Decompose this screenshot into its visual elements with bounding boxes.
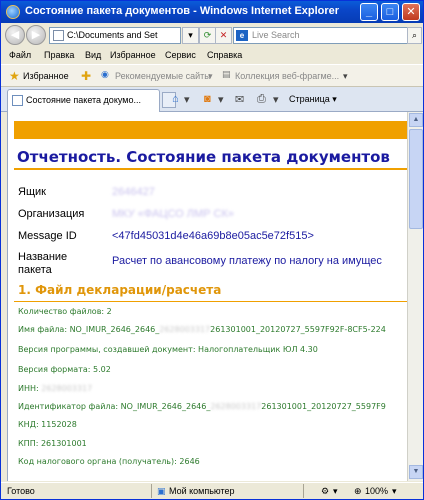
- files-count: Количество файлов: 2: [18, 307, 112, 316]
- suggested-sites-icon: ◉: [101, 69, 109, 79]
- favorites-star-icon[interactable]: ★: [9, 69, 20, 83]
- close-window-button[interactable]: ✕: [402, 3, 420, 21]
- file-identifier: Идентификатор файла: NO_IMUR_2646_2646_2…: [18, 402, 386, 411]
- format-version: Версия формата: 5.02: [18, 365, 111, 374]
- organization-label: Организация: [18, 208, 85, 220]
- package-name-value: Расчет по авансовому платежу по налогу н…: [112, 255, 382, 267]
- security-zone: Мой компьютер: [169, 486, 235, 496]
- scroll-up-icon[interactable]: ▲: [409, 113, 423, 127]
- ie-logo-icon: [6, 5, 20, 19]
- knd: КНД: 1152028: [18, 420, 77, 429]
- page-title: Отчетность. Состояние пакета документов: [17, 148, 390, 166]
- chevron-down-icon[interactable]: ▾: [273, 93, 279, 106]
- chevron-down-icon[interactable]: ▾: [333, 486, 338, 497]
- web-slice-gallery-link[interactable]: Коллекция веб-фрагме...: [235, 71, 339, 81]
- maximize-button[interactable]: □: [381, 3, 399, 21]
- zoom-level[interactable]: 100%: [365, 486, 388, 496]
- mail-icon[interactable]: ✉: [235, 93, 244, 106]
- program-version: Версия программы, создавшей документ: На…: [18, 345, 318, 354]
- chevron-down-icon[interactable]: ▾: [184, 93, 190, 106]
- file-name: Имя файла: NO_IMUR_2646_2646_26280033172…: [18, 325, 386, 334]
- organization-value: МКУ «ФАЦСО ЛМР СК»: [112, 208, 235, 220]
- computer-icon: ▣: [157, 486, 166, 496]
- search-input[interactable]: e Live Search: [233, 27, 408, 44]
- page-icon: [53, 30, 64, 41]
- status-divider: [303, 484, 304, 498]
- mailbox-value: 2646427: [112, 186, 155, 198]
- zoom-icon[interactable]: ⊕: [354, 486, 362, 497]
- address-bar: ◀ ▶ C:\Documents and Set ▾ ⟳ ✕ e Live Se…: [1, 23, 423, 47]
- stop-icon[interactable]: ✕: [215, 27, 232, 44]
- browser-window: Состояние пакета документов - Windows In…: [0, 0, 424, 500]
- menu-tools[interactable]: Сервис: [165, 50, 196, 60]
- title-divider: [14, 168, 407, 170]
- scroll-down-icon[interactable]: ▼: [409, 465, 423, 479]
- section-title: 1. Файл декларации/расчета: [18, 283, 222, 297]
- menu-file[interactable]: Файл: [9, 50, 31, 60]
- menu-favorites[interactable]: Избранное: [110, 50, 156, 60]
- search-icon[interactable]: ⌕: [407, 27, 422, 44]
- tab-page-icon: [12, 95, 23, 106]
- tax-authority-code: Код налогового органа (получатель): 2646: [18, 457, 200, 466]
- vertical-scrollbar[interactable]: ▲ ▼: [407, 112, 423, 481]
- minimize-button[interactable]: _: [360, 3, 378, 21]
- chevron-down-icon[interactable]: ▾: [343, 71, 348, 82]
- inn: ИНН: 2628003317: [18, 384, 93, 393]
- package-name-label: Название пакета: [18, 251, 68, 276]
- page-menu-button[interactable]: Страница ▾: [289, 94, 337, 105]
- title-bar: Состояние пакета документов - Windows In…: [1, 1, 423, 23]
- favorites-bar: ★ Избранное ✚ ◉ Рекомендуемые сайты ▾ ▤ …: [1, 64, 423, 87]
- page-content: Отчетность. Состояние пакета документов …: [7, 112, 407, 481]
- back-button[interactable]: ◀: [5, 25, 25, 45]
- chevron-down-icon[interactable]: ▾: [218, 93, 224, 106]
- address-text: C:\Documents and Set: [67, 30, 158, 40]
- forward-button[interactable]: ▶: [26, 25, 46, 45]
- address-input[interactable]: C:\Documents and Set: [49, 27, 181, 44]
- home-icon[interactable]: ⌂: [172, 93, 179, 105]
- kpp: КПП: 261301001: [18, 439, 87, 448]
- suggested-sites-link[interactable]: Рекомендуемые сайты: [115, 71, 211, 81]
- print-icon[interactable]: ⎙: [257, 93, 266, 106]
- scroll-thumb[interactable]: [409, 129, 423, 229]
- protected-mode-icon: ⚙: [321, 486, 330, 496]
- menu-bar: Файл Правка Вид Избранное Сервис Справка: [1, 47, 423, 64]
- add-favorite-icon[interactable]: ✚: [81, 69, 91, 83]
- menu-view[interactable]: Вид: [85, 50, 101, 60]
- status-text: Готово: [7, 486, 35, 496]
- menu-edit[interactable]: Правка: [44, 50, 74, 60]
- chevron-down-icon[interactable]: ▾: [392, 486, 397, 497]
- message-id-label: Message ID: [18, 230, 77, 242]
- feeds-icon[interactable]: ◙: [204, 93, 211, 105]
- message-id-value: <47fd45031d4e46a69b8e05ac5e72f515>: [112, 230, 314, 242]
- tab-document-status[interactable]: Состояние пакета докумо...: [7, 89, 160, 112]
- refresh-icon[interactable]: ⟳: [199, 27, 216, 44]
- tab-bar: Состояние пакета докумо... ⌂ ▾ ◙ ▾ ✉ ⎙ ▾…: [1, 87, 423, 112]
- section-divider: [14, 301, 407, 302]
- address-dropdown-button[interactable]: ▾: [182, 27, 199, 44]
- live-search-icon: e: [236, 30, 248, 41]
- web-slice-icon: ▤: [222, 69, 231, 79]
- header-bar: [14, 121, 407, 139]
- menu-help[interactable]: Справка: [207, 50, 242, 60]
- window-title: Состояние пакета документов - Windows In…: [25, 5, 340, 17]
- status-bar: Готово ▣ Мой компьютер ⚙ ▾ ⊕ 100% ▾: [1, 482, 423, 499]
- status-divider: [151, 484, 152, 498]
- mailbox-label: Ящик: [18, 186, 46, 198]
- search-placeholder: Live Search: [252, 30, 300, 40]
- chevron-down-icon[interactable]: ▾: [208, 71, 213, 82]
- tab-title: Состояние пакета докумо...: [26, 95, 141, 105]
- favorites-button[interactable]: Избранное: [23, 71, 69, 81]
